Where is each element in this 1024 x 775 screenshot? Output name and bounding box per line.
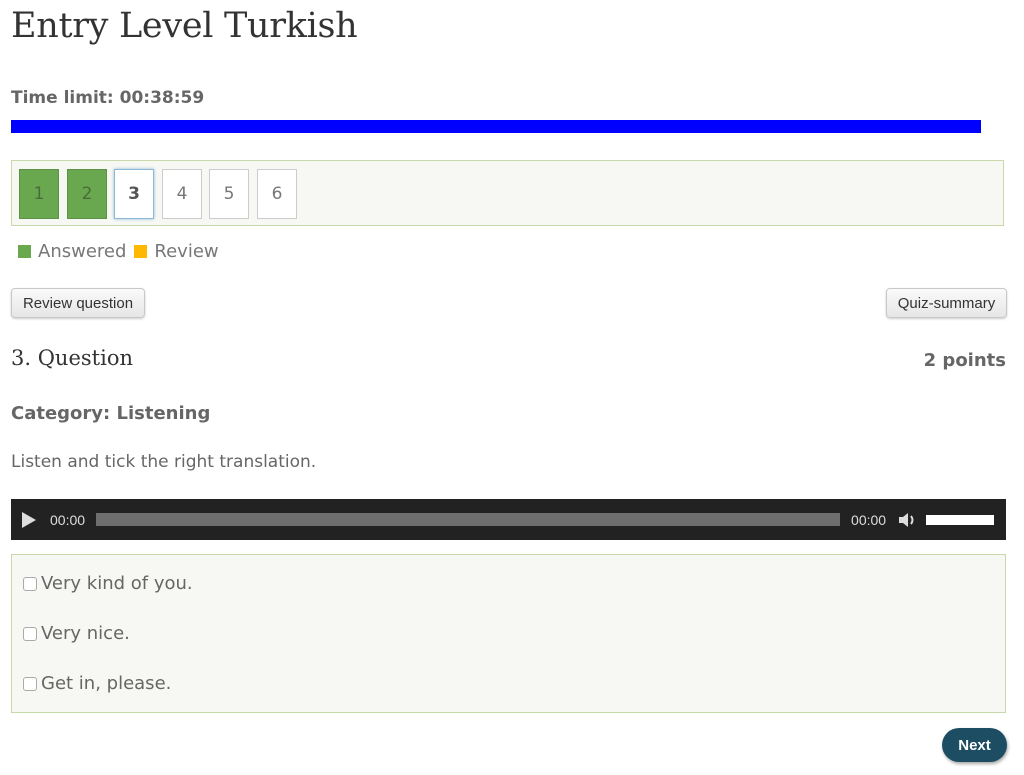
legend-review: Review: [134, 241, 219, 262]
question-nav-label: 1: [33, 184, 45, 204]
answer-label: Very kind of you.: [41, 573, 193, 594]
question-nav-6[interactable]: 6: [257, 169, 297, 219]
question-nav-label: 5: [223, 184, 235, 204]
legend-answered: Answered: [18, 241, 126, 262]
question-navigator: 1 2 3 4 5 6: [11, 160, 1004, 226]
answer-checkbox[interactable]: [23, 676, 37, 691]
question-nav-label: 6: [271, 184, 283, 204]
review-swatch-icon: [134, 245, 148, 258]
volume-icon[interactable]: [898, 511, 918, 529]
answer-label: Very nice.: [41, 623, 130, 644]
answer-options: Very kind of you. Very nice. Get in, ple…: [11, 554, 1006, 713]
answered-swatch-icon: [18, 245, 31, 258]
answer-checkbox[interactable]: [23, 626, 37, 641]
answer-option-2[interactable]: Very nice.: [23, 623, 130, 644]
quiz-summary-button[interactable]: Quiz-summary: [886, 288, 1007, 318]
question-nav-2[interactable]: 2: [67, 169, 107, 219]
legend-label: Review: [154, 241, 219, 262]
question-category: Category: Listening: [11, 403, 211, 424]
time-progress-bar: [11, 120, 1006, 133]
answer-checkbox[interactable]: [23, 576, 37, 591]
question-nav-label: 2: [81, 184, 93, 204]
status-legend: Answered Review: [18, 241, 227, 262]
audio-duration: 00:00: [851, 511, 887, 528]
question-nav-label: 3: [128, 184, 140, 204]
audio-seek-bar[interactable]: [96, 513, 841, 526]
play-icon[interactable]: [22, 511, 36, 528]
answer-label: Get in, please.: [41, 673, 172, 694]
audio-current-time: 00:00: [50, 511, 86, 528]
question-nav-label: 4: [176, 184, 188, 204]
review-question-button[interactable]: Review question: [11, 288, 145, 318]
question-nav-4[interactable]: 4: [162, 169, 202, 219]
volume-slider[interactable]: [926, 514, 995, 525]
audio-player: 00:00 00:00: [11, 499, 1006, 540]
time-progress-fill: [11, 120, 982, 133]
legend-label: Answered: [38, 241, 127, 262]
question-nav-3[interactable]: 3: [114, 169, 154, 219]
quiz-title: Entry Level Turkish: [11, 6, 358, 46]
answer-option-1[interactable]: Very kind of you.: [23, 573, 193, 594]
question-points: 2 points: [923, 350, 1006, 371]
question-nav-5[interactable]: 5: [209, 169, 249, 219]
question-heading: 3. Question: [11, 346, 133, 370]
time-limit: Time limit: 00:38:59: [11, 88, 205, 108]
next-button[interactable]: Next: [942, 728, 1007, 762]
question-instruction: Listen and tick the right translation.: [11, 452, 317, 472]
answer-option-3[interactable]: Get in, please.: [23, 673, 171, 694]
question-nav-1[interactable]: 1: [19, 169, 59, 219]
